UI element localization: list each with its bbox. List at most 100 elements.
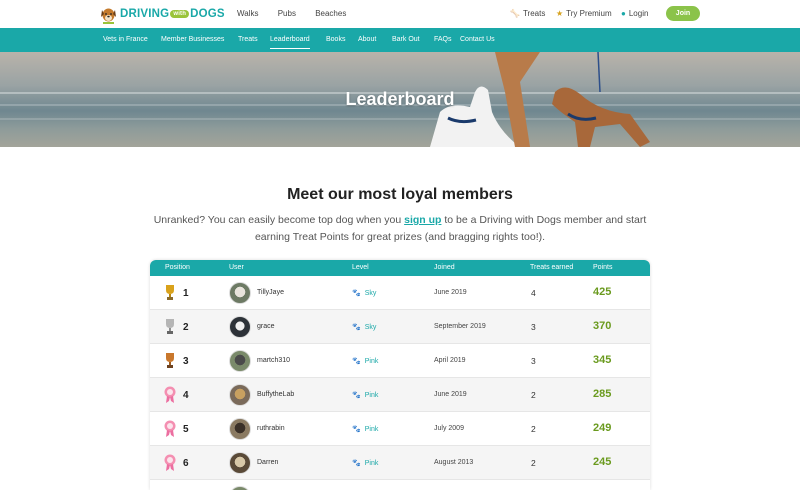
- level-label: Pink: [364, 426, 379, 433]
- subnav-about[interactable]: About: [358, 36, 376, 43]
- row-position: 1: [183, 288, 189, 299]
- row-username[interactable]: TillyJaye: [257, 289, 284, 296]
- col-points: Points: [593, 264, 613, 271]
- row-treats: 2: [531, 390, 536, 400]
- row-username[interactable]: BuffytheLab: [257, 391, 294, 398]
- intro-text-start: Unranked? You can easily become top dog …: [153, 214, 405, 226]
- premium-label: Try Premium: [566, 9, 612, 18]
- row-position: 4: [183, 390, 189, 401]
- table-row: 4 BuffytheLab 🐾 Pink June 2019 2 285: [150, 378, 650, 412]
- top-nav: Walks Pubs Beaches: [237, 9, 363, 18]
- avatar[interactable]: [229, 350, 251, 372]
- hero-title: Leaderboard: [345, 89, 455, 109]
- sign-up-link[interactable]: sign up: [404, 214, 441, 226]
- row-position: 6: [183, 458, 189, 469]
- row-treats: 2: [531, 424, 536, 434]
- subnav-faqs[interactable]: FAQs: [434, 36, 452, 43]
- nav-walks[interactable]: Walks: [237, 9, 258, 18]
- row-points: 425: [593, 286, 612, 298]
- leaderboard-table: Position User Level Joined Treats earned…: [150, 260, 650, 490]
- top-header: DRIVING with DOGS Walks Pubs Beaches 🦴 Tre…: [0, 0, 800, 28]
- nav-beaches[interactable]: Beaches: [315, 9, 346, 18]
- paw-icon: 🐾: [352, 460, 361, 467]
- row-points: 285: [593, 388, 612, 400]
- rosette-icon: [164, 386, 176, 403]
- row-level: 🐾 Pink: [352, 357, 378, 365]
- paw-icon: 🐾: [352, 358, 361, 365]
- row-username[interactable]: grace: [257, 323, 275, 330]
- level-label: Pink: [364, 358, 379, 365]
- rosette-icon: [164, 454, 176, 471]
- table-row: [150, 480, 650, 490]
- row-joined: June 2019: [434, 391, 467, 398]
- table-row: 2 grace 🐾 Sky September 2019 3 370: [150, 310, 650, 344]
- row-points: 249: [593, 422, 612, 434]
- table-row: 6 Darren 🐾 Pink August 2013 2 245: [150, 446, 650, 480]
- site-logo[interactable]: DRIVING with DOGS: [100, 3, 225, 25]
- treats-link[interactable]: 🦴 Treats: [510, 9, 545, 18]
- nav-pubs[interactable]: Pubs: [278, 9, 296, 18]
- section-title: Meet our most loyal members: [287, 186, 513, 203]
- rosette-icon: [164, 420, 176, 437]
- row-position: 3: [183, 356, 189, 367]
- row-treats: 3: [531, 322, 536, 332]
- row-treats: 4: [531, 288, 536, 298]
- subnav-member-businesses[interactable]: Member Businesses: [161, 36, 224, 43]
- paw-icon: 🐾: [352, 290, 361, 297]
- row-treats: 2: [531, 458, 536, 468]
- level-label: Pink: [364, 392, 379, 399]
- paw-icon: 🐾: [352, 426, 361, 433]
- avatar[interactable]: [229, 316, 251, 338]
- subnav-vets[interactable]: Vets in France: [103, 36, 148, 43]
- row-username[interactable]: ruthrabin: [257, 425, 285, 432]
- bronze-trophy-icon: [166, 353, 174, 368]
- row-points: 370: [593, 320, 612, 332]
- level-label: Sky: [364, 290, 377, 297]
- star-icon: ★: [556, 9, 564, 18]
- table-row: 3 martch310 🐾 Pink April 2019 3 345: [150, 344, 650, 378]
- avatar[interactable]: [229, 418, 251, 440]
- avatar[interactable]: [229, 282, 251, 304]
- premium-link[interactable]: ★ Try Premium: [556, 9, 612, 18]
- row-joined: June 2019: [434, 289, 467, 296]
- avatar[interactable]: [229, 486, 251, 490]
- row-level: 🐾 Sky: [352, 289, 376, 297]
- col-user: User: [229, 264, 244, 271]
- subnav-treats[interactable]: Treats: [238, 36, 258, 43]
- dog-logo-icon: [101, 8, 116, 24]
- row-joined: April 2019: [434, 357, 466, 364]
- paw-icon: 🐾: [352, 392, 361, 399]
- level-label: Pink: [364, 460, 379, 467]
- subnav-leaderboard[interactable]: Leaderboard: [270, 36, 310, 49]
- row-points: 345: [593, 354, 612, 366]
- subnav-books[interactable]: Books: [326, 36, 345, 43]
- row-level: 🐾 Pink: [352, 459, 378, 467]
- avatar[interactable]: [229, 452, 251, 474]
- subnav-bark-out[interactable]: Bark Out: [392, 36, 420, 43]
- user-icon: ●: [621, 9, 626, 18]
- row-username[interactable]: Darren: [257, 459, 278, 466]
- col-joined: Joined: [434, 264, 455, 271]
- table-row: 1 TillyJaye 🐾 Sky June 2019 4 425: [150, 276, 650, 310]
- silver-trophy-icon: [166, 319, 174, 334]
- row-points: 245: [593, 456, 612, 468]
- row-level: 🐾 Pink: [352, 391, 378, 399]
- subnav-contact[interactable]: Contact Us: [460, 36, 495, 43]
- hero-banner: Leaderboard: [0, 52, 800, 147]
- row-username[interactable]: martch310: [257, 357, 290, 364]
- col-position: Position: [165, 264, 190, 271]
- row-level: 🐾 Pink: [352, 425, 378, 433]
- level-label: Sky: [364, 324, 377, 331]
- avatar[interactable]: [229, 384, 251, 406]
- login-link[interactable]: ● Login: [621, 9, 648, 18]
- paw-icon: 🐾: [352, 324, 361, 331]
- join-button[interactable]: Join: [666, 6, 700, 21]
- table-header: Position User Level Joined Treats earned…: [150, 260, 650, 276]
- col-treats: Treats earned: [530, 264, 574, 271]
- secondary-nav: Vets in France Member Businesses Treats …: [0, 28, 800, 52]
- row-joined: September 2019: [434, 323, 486, 330]
- logo-wordmark: DRIVING with DOGS: [120, 8, 225, 20]
- row-level: 🐾 Sky: [352, 323, 376, 331]
- row-position: 2: [183, 322, 189, 333]
- table-row: 5 ruthrabin 🐾 Pink July 2009 2 249: [150, 412, 650, 446]
